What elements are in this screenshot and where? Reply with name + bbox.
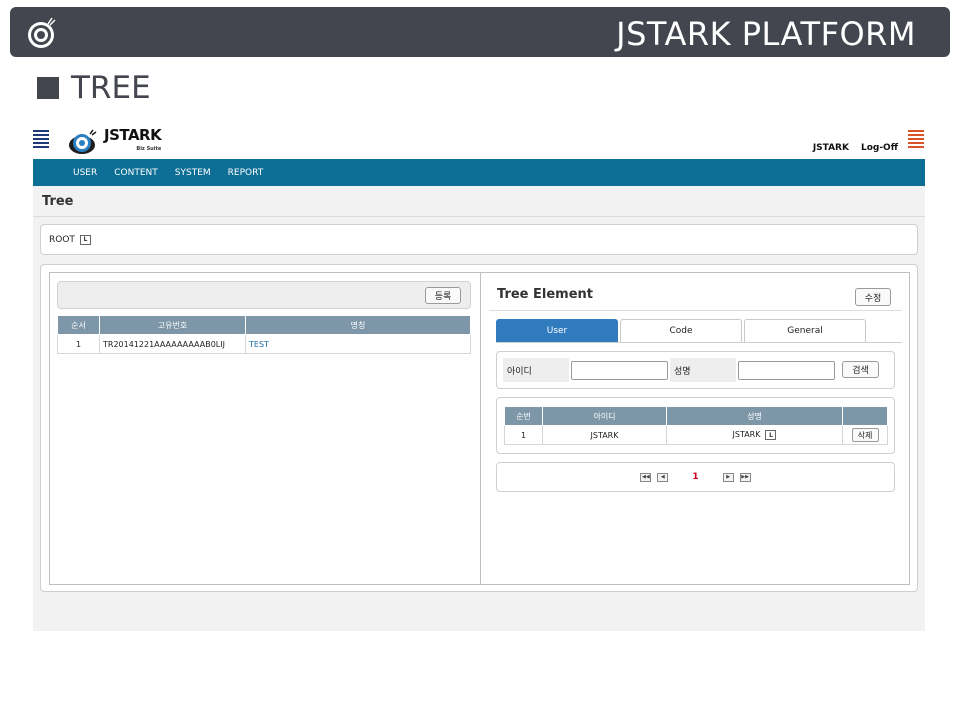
name-label: 성명 [670, 358, 736, 382]
divider [33, 216, 925, 217]
nav-system[interactable]: SYSTEM [175, 168, 211, 178]
column-header[interactable]: 순번 [504, 406, 543, 426]
main-nav: USER CONTENT SYSTEM REPORT [33, 159, 925, 186]
split-panel: 등록 순서 고유번호 명칭 1 TR20141221AAAAAAAAAB0LIJ… [49, 272, 910, 585]
snail-logo-icon [28, 17, 56, 48]
tag-icon[interactable]: L [79, 234, 91, 245]
tab-user[interactable]: User [496, 319, 618, 342]
divider [496, 342, 902, 343]
id-input[interactable] [571, 361, 668, 380]
search-button[interactable]: 검색 [842, 361, 879, 378]
table-row[interactable]: 1 TR20141221AAAAAAAAAB0LIJ TEST [57, 334, 471, 354]
section-title: Tree Element [497, 287, 593, 302]
last-page-icon[interactable]: ▶▶ [739, 472, 751, 482]
divider [489, 310, 902, 311]
section-heading: TREE [37, 70, 151, 106]
first-page-icon[interactable]: ◀◀ [640, 472, 652, 482]
id-label: 아이디 [503, 358, 569, 382]
nav-report[interactable]: REPORT [228, 168, 264, 178]
prev-page-icon[interactable]: ◀ [657, 472, 669, 482]
divider [480, 273, 481, 584]
column-header [842, 406, 888, 426]
column-header[interactable]: 순서 [57, 315, 100, 335]
register-button[interactable]: 등록 [425, 287, 461, 304]
table-row[interactable]: 1 JSTARK JSTARK L 삭제 [504, 425, 888, 445]
brand-subtitle: Biz Suite [136, 146, 162, 152]
app-window: JSTARK Biz Suite JSTARK Log-Off USER CON… [33, 124, 925, 631]
search-form: 아이디 성명 검색 [496, 351, 895, 389]
menu-icon[interactable] [33, 130, 49, 152]
page-title: Tree [42, 194, 74, 209]
column-header[interactable]: 명칭 [245, 315, 471, 335]
cell-id: TR20141221AAAAAAAAAB0LIJ [99, 334, 246, 354]
square-bullet-icon [37, 77, 59, 99]
brand[interactable]: JSTARK Biz Suite [68, 128, 162, 156]
snail-logo-icon [69, 129, 97, 154]
nav-content[interactable]: CONTENT [114, 168, 158, 178]
cell-name-link[interactable]: TEST [245, 334, 471, 354]
cell-name: JSTARK L [666, 425, 843, 445]
column-header[interactable]: 성명 [666, 406, 843, 426]
tab-general[interactable]: General [744, 319, 866, 342]
name-input[interactable] [738, 361, 835, 380]
cell-no: 1 [504, 425, 543, 445]
app-topbar: JSTARK Biz Suite JSTARK Log-Off [33, 124, 925, 159]
content-panel: 등록 순서 고유번호 명칭 1 TR20141221AAAAAAAAAB0LIJ… [40, 264, 918, 592]
tag-icon[interactable]: L [765, 430, 777, 441]
logoff-link[interactable]: Log-Off [861, 143, 898, 153]
tab-bar: User Code General [496, 319, 866, 342]
pagination: ◀◀ ◀ 1 ▶ ▶▶ [496, 462, 895, 492]
column-header[interactable]: 아이디 [542, 406, 667, 426]
breadcrumb: ROOT L [40, 224, 918, 255]
current-user: JSTARK [812, 143, 849, 153]
edit-button[interactable]: 수정 [855, 288, 891, 306]
cell-name-text: JSTARK [732, 429, 761, 439]
column-header[interactable]: 고유번호 [99, 315, 246, 335]
menu-icon[interactable] [908, 130, 924, 152]
user-list-panel: 순번 아이디 성명 1 JSTARK JSTARK L 삭제 [496, 397, 895, 454]
slide-title: JSTARK PLATFORM [616, 15, 916, 53]
cell-actions: 삭제 [842, 425, 888, 445]
slide-header: JSTARK PLATFORM [10, 7, 950, 57]
list-toolbar: 등록 [57, 281, 471, 309]
root-node[interactable]: ROOT [49, 235, 75, 245]
section-title: TREE [71, 70, 151, 106]
cell-id: JSTARK [542, 425, 667, 445]
user-table: 순번 아이디 성명 1 JSTARK JSTARK L 삭제 [504, 406, 888, 445]
tab-code[interactable]: Code [620, 319, 742, 342]
next-page-icon[interactable]: ▶ [722, 472, 734, 482]
delete-button[interactable]: 삭제 [851, 428, 879, 442]
page-number[interactable]: 1 [692, 472, 698, 482]
nav-user[interactable]: USER [73, 168, 97, 178]
cell-order: 1 [57, 334, 100, 354]
tree-list-table: 순서 고유번호 명칭 1 TR20141221AAAAAAAAAB0LIJ TE… [57, 315, 471, 354]
